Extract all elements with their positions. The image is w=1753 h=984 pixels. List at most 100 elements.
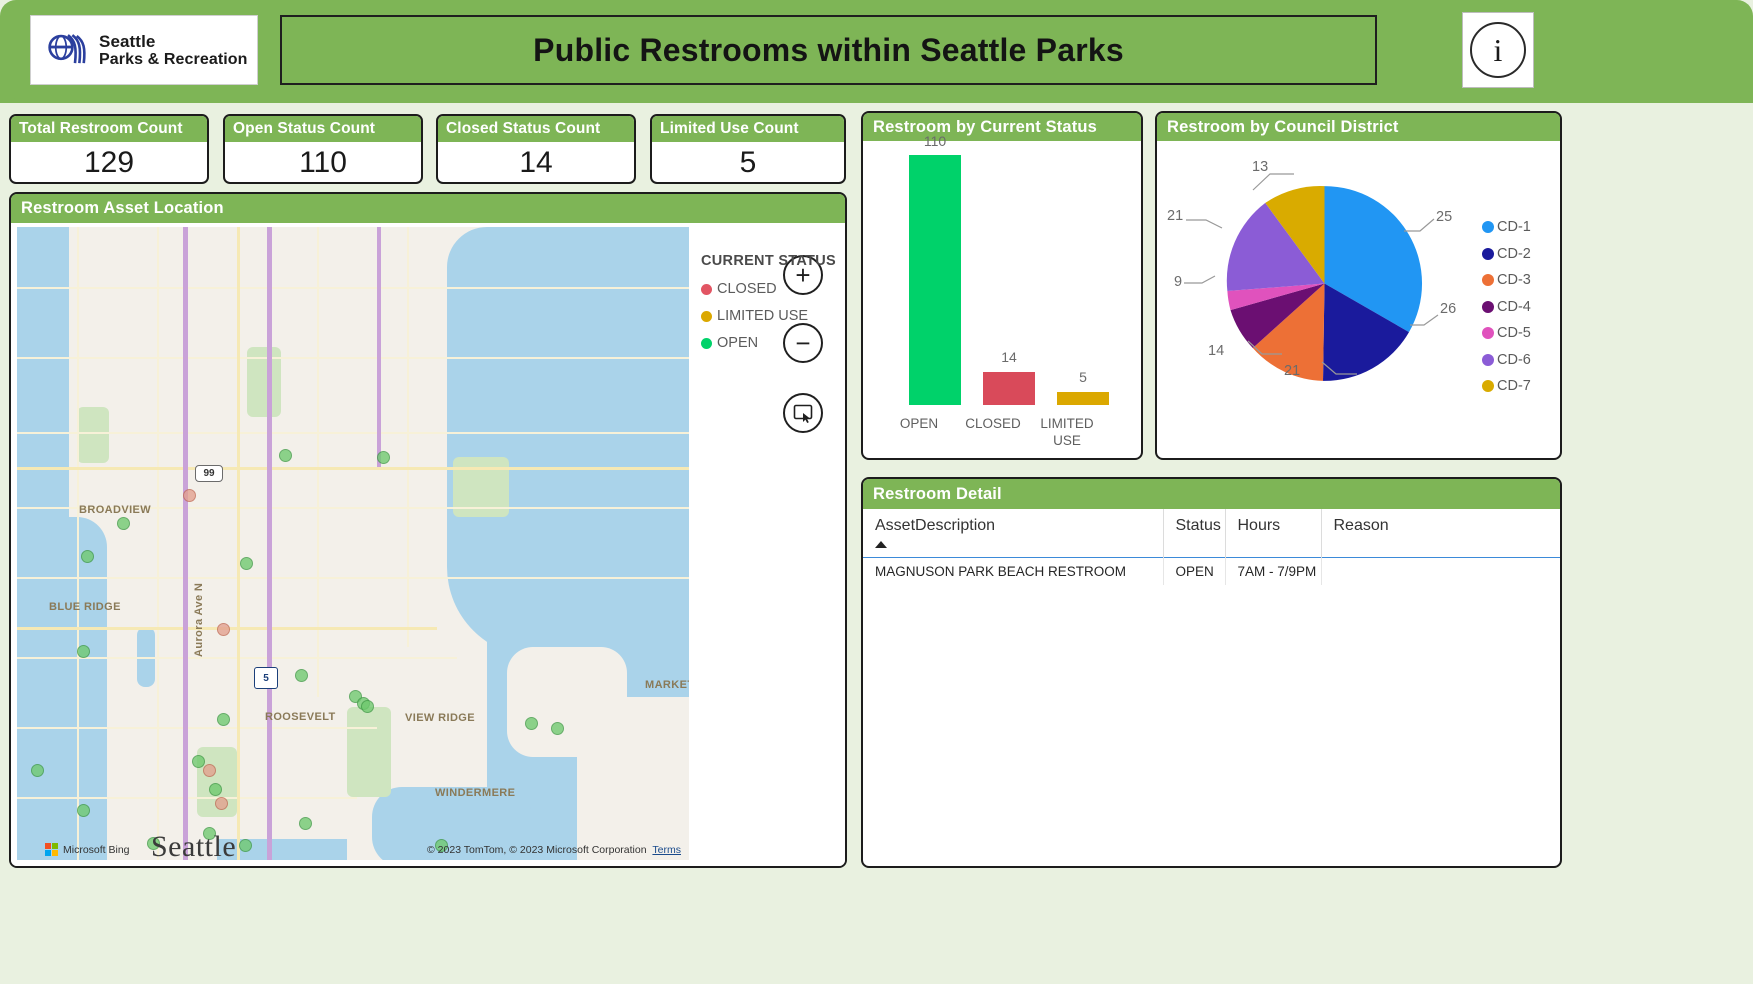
column-header-hours[interactable]: Hours bbox=[1225, 509, 1321, 558]
pie-label-cd-4: 14 bbox=[1208, 343, 1224, 359]
kpi-card-closed-status-count[interactable]: Closed Status Count 14 bbox=[436, 114, 636, 184]
pie-legend-item-cd-5[interactable]: CD-5 bbox=[1482, 325, 1531, 341]
kpi-card-total-restroom-count[interactable]: Total Restroom Count 129 bbox=[9, 114, 209, 184]
pie-legend-item-cd-6[interactable]: CD-6 bbox=[1482, 352, 1531, 368]
map-marker-closed bbox=[217, 623, 230, 636]
kpi-value: 14 bbox=[438, 142, 634, 184]
map-marker-open bbox=[299, 817, 312, 830]
bar-value-label: 5 bbox=[1057, 369, 1109, 385]
map-marker-open bbox=[117, 517, 130, 530]
pie-legend-item-cd-3[interactable]: CD-3 bbox=[1482, 272, 1531, 288]
seattle-parks-logo: Seattle Parks & Recreation bbox=[30, 15, 258, 85]
sort-ascending-icon[interactable] bbox=[875, 541, 887, 548]
cell-assetdescription: MAGNUSON PARK BEACH RESTROOM bbox=[863, 558, 1163, 586]
legend-swatch-cd-2-icon bbox=[1482, 248, 1494, 260]
kpi-card-limited-use-count[interactable]: Limited Use Count 5 bbox=[650, 114, 846, 184]
pie-legend-label: CD-4 bbox=[1497, 299, 1531, 315]
map-marker-open bbox=[295, 669, 308, 682]
map-legend-title: CURRENT STATUS bbox=[701, 253, 847, 269]
restroom-detail-panel: Restroom Detail AssetDescription Status … bbox=[861, 477, 1562, 868]
bar-chart-title: Restroom by Current Status bbox=[863, 113, 1141, 141]
column-header-status[interactable]: Status bbox=[1163, 509, 1225, 558]
map-panel-title: Restroom Asset Location bbox=[11, 194, 845, 223]
map-terms-link[interactable]: Terms bbox=[652, 844, 681, 856]
map-marker-open bbox=[239, 839, 252, 852]
map-legend-label: CLOSED bbox=[717, 281, 777, 297]
column-header-reason[interactable]: Reason bbox=[1321, 509, 1562, 558]
map-place-label: ROOSEVELT bbox=[265, 711, 336, 723]
bar-value-label: 14 bbox=[983, 349, 1035, 365]
legend-swatch-cd-4-icon bbox=[1482, 301, 1494, 313]
info-button[interactable]: i bbox=[1462, 12, 1534, 88]
map-place-label: BLUE RIDGE bbox=[49, 601, 121, 613]
map-body: 99 5 520 5 BROADVIEW BLUE RIDGE ROOSEVEL… bbox=[11, 223, 845, 866]
header-inner: Seattle Parks & Recreation Public Restro… bbox=[6, 4, 1747, 100]
pie-chart-legend: CD-1 CD-2 CD-3 CD-4 CD-5 bbox=[1482, 219, 1531, 405]
lasso-select-icon bbox=[792, 402, 814, 424]
bar-rect[interactable] bbox=[909, 155, 961, 405]
map-marker-open bbox=[551, 722, 564, 735]
bar-rect[interactable] bbox=[1057, 392, 1109, 405]
pie-legend-label: CD-1 bbox=[1497, 219, 1531, 235]
bar-chart-panel: Restroom by Current Status 110 14 5 OPEN… bbox=[861, 111, 1143, 460]
map-place-label: WINDERMERE bbox=[435, 787, 515, 799]
kpi-value: 129 bbox=[11, 142, 207, 184]
table-row[interactable]: MAGNUSON PARK BEACH RESTROOM OPEN 7AM - … bbox=[863, 558, 1562, 586]
seattle-parks-logo-icon bbox=[47, 28, 89, 72]
pie-label-cd-2: 26 bbox=[1440, 301, 1456, 317]
bar-rect[interactable] bbox=[983, 372, 1035, 405]
kpi-card-open-status-count[interactable]: Open Status Count 110 bbox=[223, 114, 423, 184]
map-marker-open bbox=[525, 717, 538, 730]
pie-legend-item-cd-7[interactable]: CD-7 bbox=[1482, 378, 1531, 394]
map-street-label: Aurora Ave N bbox=[193, 583, 205, 657]
pie-legend-item-cd-4[interactable]: CD-4 bbox=[1482, 299, 1531, 315]
map-select-tool-button[interactable] bbox=[783, 393, 823, 433]
bing-attribution: Microsoft Bing bbox=[45, 843, 130, 856]
map-legend-item-closed[interactable]: CLOSED bbox=[701, 281, 847, 297]
pie-label-cd-1: 25 bbox=[1436, 209, 1452, 225]
bar-chart-body: 110 14 5 OPEN CLOSED LIMITED USE bbox=[863, 141, 1141, 458]
column-header-label: Reason bbox=[1334, 517, 1389, 534]
map-marker-open bbox=[240, 557, 253, 570]
map-marker-open bbox=[377, 451, 390, 464]
pie-chart-body: 13 21 9 14 21 26 25 CD-1 CD-2 bbox=[1157, 141, 1560, 458]
pie-chart-graphic: 13 21 9 14 21 26 25 bbox=[1222, 181, 1427, 386]
legend-swatch-cd-3-icon bbox=[1482, 274, 1494, 286]
kpi-value: 5 bbox=[652, 142, 844, 184]
table-header-row: AssetDescription Status Hours Reason bbox=[863, 509, 1562, 558]
cell-hours: 7AM - 7/9PM bbox=[1225, 558, 1321, 586]
map-marker-closed bbox=[183, 489, 196, 502]
map-marker-closed bbox=[203, 764, 216, 777]
dashboard-root: Seattle Parks & Recreation Public Restro… bbox=[0, 0, 1753, 984]
column-header-label: AssetDescription bbox=[875, 517, 995, 534]
pie-label-cd-7: 13 bbox=[1252, 159, 1268, 175]
pie-label-cd-5: 9 bbox=[1174, 274, 1182, 290]
kpi-title: Total Restroom Count bbox=[11, 116, 207, 142]
info-icon[interactable]: i bbox=[1470, 22, 1526, 78]
restroom-detail-table: AssetDescription Status Hours Reason bbox=[863, 509, 1562, 585]
logo-wordmark: Seattle Parks & Recreation bbox=[99, 32, 248, 69]
map-canvas[interactable]: 99 5 520 5 BROADVIEW BLUE RIDGE ROOSEVEL… bbox=[17, 227, 689, 860]
pie-legend-label: CD-2 bbox=[1497, 246, 1531, 262]
highway-shield-99: 99 bbox=[195, 465, 223, 482]
pie-label-cd-3: 21 bbox=[1284, 363, 1300, 379]
map-marker-open bbox=[81, 550, 94, 563]
legend-swatch-limited-use-icon bbox=[701, 311, 712, 322]
map-legend-label: OPEN bbox=[717, 335, 758, 351]
map-marker-open bbox=[77, 804, 90, 817]
pie-legend-label: CD-3 bbox=[1497, 272, 1531, 288]
highway-shield-5-north: 5 bbox=[254, 667, 278, 689]
bar-value-label: 110 bbox=[909, 133, 961, 149]
map-legend-item-open[interactable]: OPEN bbox=[701, 335, 847, 351]
legend-swatch-open-icon bbox=[701, 338, 712, 349]
bar-category-label: LIMITED USE bbox=[1036, 416, 1098, 450]
map-legend-item-limited-use[interactable]: LIMITED USE bbox=[701, 308, 847, 324]
column-header-assetdescription[interactable]: AssetDescription bbox=[863, 509, 1163, 558]
bar-category-label: OPEN bbox=[888, 416, 950, 433]
pie-legend-item-cd-2[interactable]: CD-2 bbox=[1482, 246, 1531, 262]
map-marker-open bbox=[77, 645, 90, 658]
bar-category-label: CLOSED bbox=[962, 416, 1024, 433]
pie-legend-item-cd-1[interactable]: CD-1 bbox=[1482, 219, 1531, 235]
map-marker-open bbox=[209, 783, 222, 796]
logo-line-2: Parks & Recreation bbox=[99, 51, 248, 69]
